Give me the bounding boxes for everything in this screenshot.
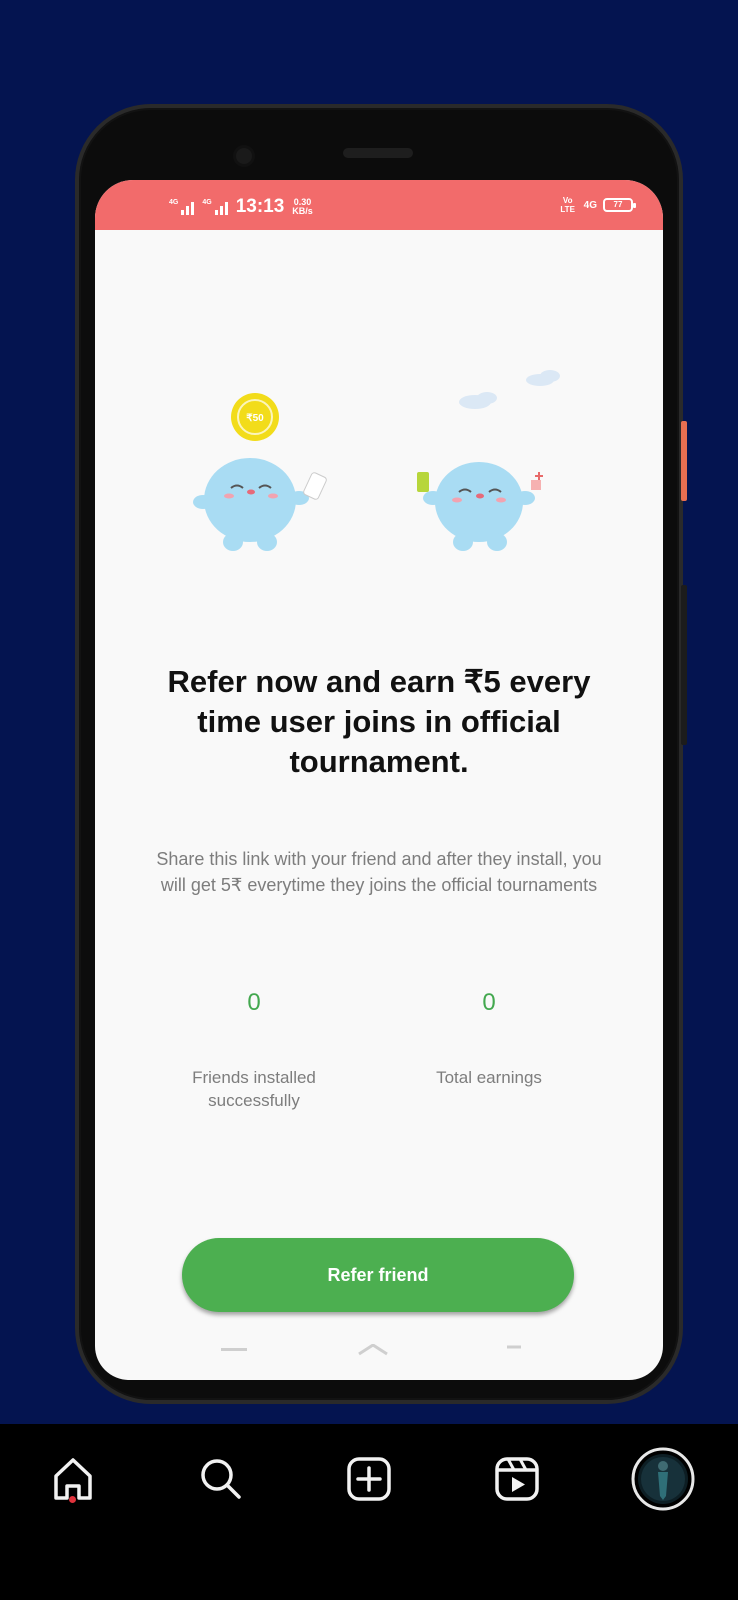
system-nav-bar bbox=[221, 1344, 521, 1356]
bottom-navigation-bar bbox=[0, 1424, 738, 1600]
menu-nav-icon[interactable] bbox=[221, 1348, 247, 1351]
phone-volume-button bbox=[681, 585, 687, 745]
total-earnings-value: 0 bbox=[482, 989, 496, 1016]
home-nav-icon[interactable] bbox=[358, 1344, 388, 1356]
total-earnings-stat: 0 Total earnings bbox=[389, 988, 589, 1089]
friends-installed-label: Friends installed successfully bbox=[192, 1068, 316, 1110]
phone-screen: 4G 4G 13:13 0.30 KB/s Vo LTE 4G 77 ₹50 R… bbox=[95, 180, 663, 1380]
reels-icon[interactable] bbox=[482, 1444, 552, 1514]
referral-illustration: ₹50 bbox=[193, 370, 560, 551]
profile-avatar[interactable] bbox=[628, 1444, 698, 1514]
mascot-right-icon bbox=[417, 462, 543, 551]
refer-friend-button[interactable]: Refer friend bbox=[182, 1238, 574, 1312]
home-icon[interactable] bbox=[38, 1444, 108, 1514]
friends-installed-stat: 0 Friends installed successfully bbox=[154, 988, 354, 1112]
coin-icon: ₹50 bbox=[231, 393, 279, 441]
cloud-icon bbox=[459, 392, 497, 409]
coin-label: ₹50 bbox=[246, 413, 264, 424]
total-earnings-label: Total earnings bbox=[436, 1068, 542, 1087]
description-text: Share this link with your friend and aft… bbox=[156, 849, 602, 895]
add-post-icon[interactable] bbox=[334, 1444, 404, 1514]
headline: Refer now and earn ₹5 every time user jo… bbox=[167, 664, 591, 779]
mascot-left-icon bbox=[193, 458, 327, 551]
front-camera bbox=[236, 148, 252, 164]
screenshot-root: 4G 4G 13:13 0.30 KB/s Vo LTE 4G 77 ₹50 R… bbox=[0, 0, 738, 1600]
phone-side-button bbox=[681, 421, 687, 501]
home-active-indicator bbox=[69, 1496, 76, 1503]
search-icon[interactable] bbox=[186, 1444, 256, 1514]
friends-installed-value: 0 bbox=[247, 989, 261, 1016]
earpiece-speaker bbox=[343, 148, 413, 158]
cloud-icon bbox=[526, 370, 560, 386]
